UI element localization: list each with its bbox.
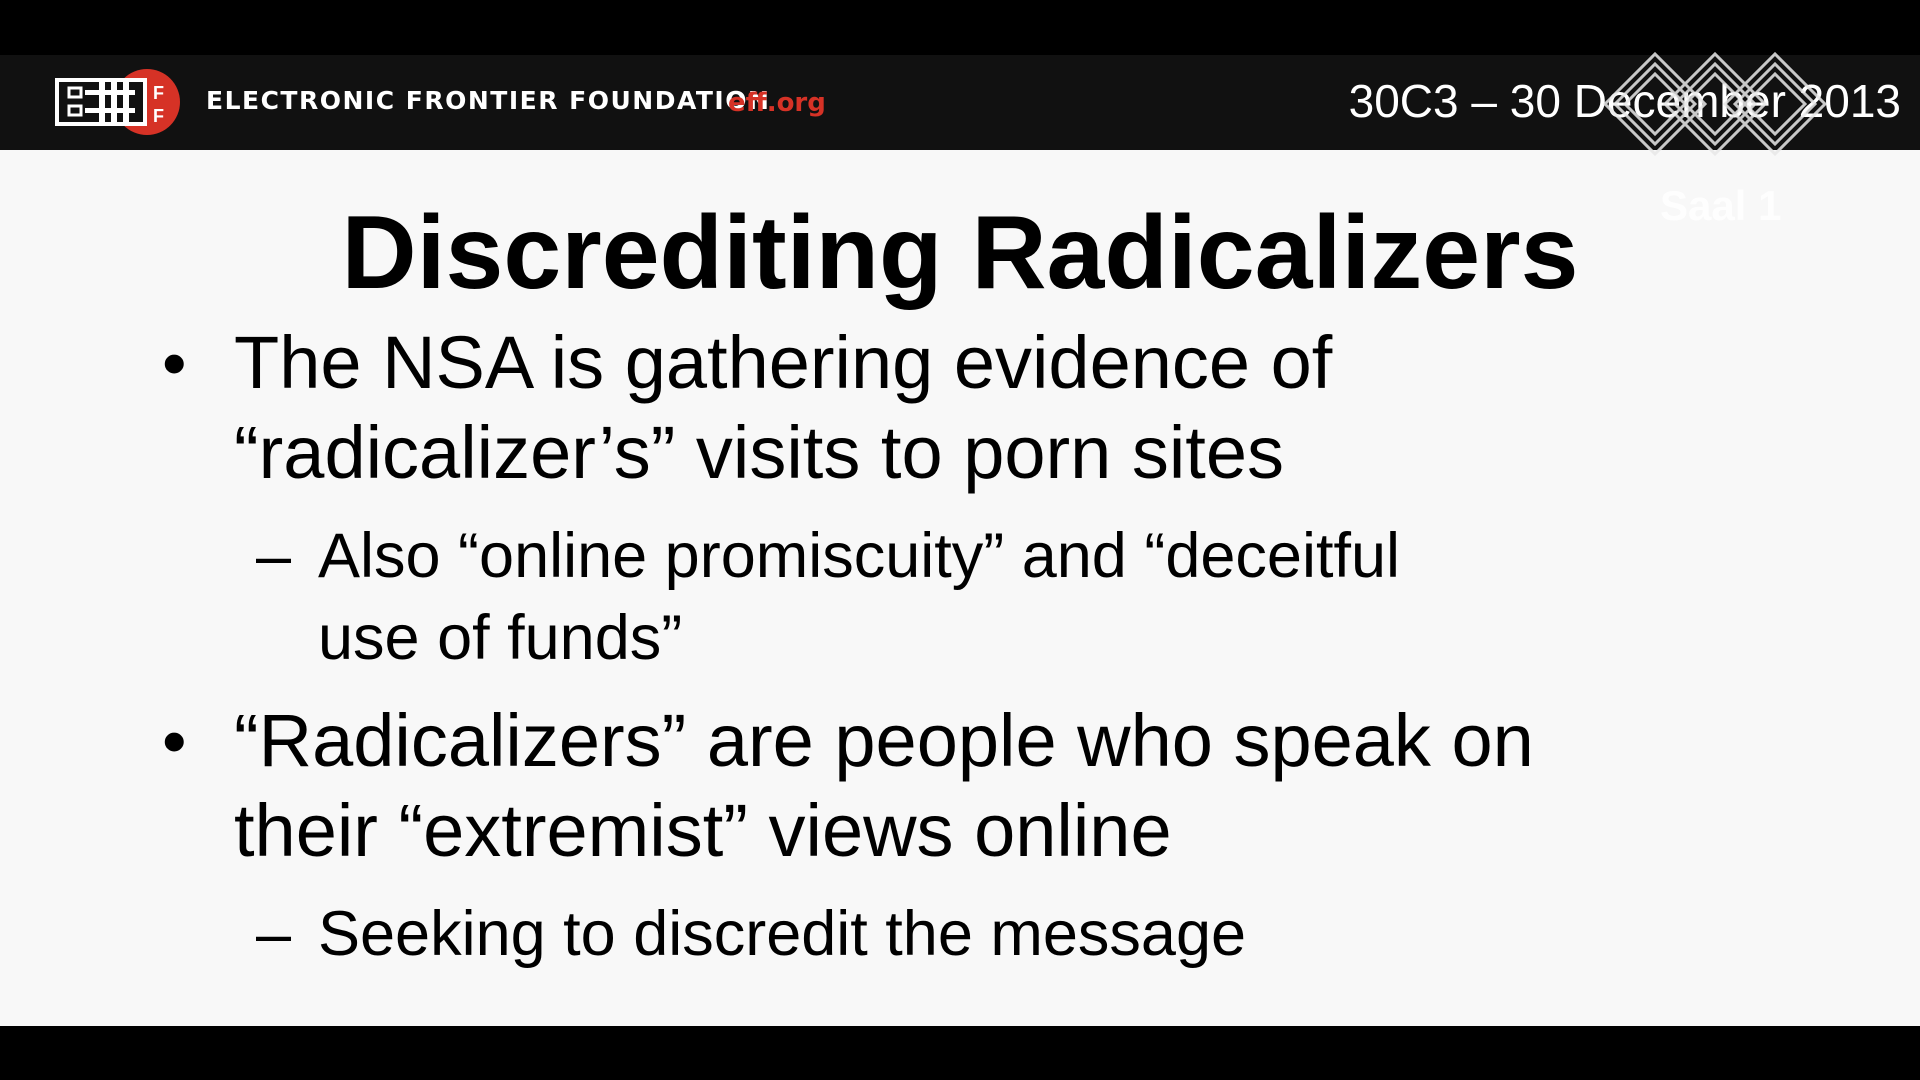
bullet-marker: •: [162, 702, 187, 780]
svg-text:F: F: [153, 83, 164, 103]
bullet-line: “Radicalizers” are people who speak on: [234, 699, 1534, 782]
eff-logo-icon: F F: [55, 69, 180, 135]
sub-bullet-marker: –: [256, 899, 292, 969]
sub-bullet-marker: –: [256, 521, 292, 591]
letterbox-top: [0, 0, 1920, 55]
bullet-line: “radicalizer’s” visits to porn sites: [234, 411, 1285, 494]
org-url-link[interactable]: eff.org: [728, 88, 826, 118]
sub-bullet-line: use of funds”: [318, 603, 683, 673]
sub-bullet-line: Seeking to discredit the message: [318, 899, 1247, 969]
slide-title: Discrediting Radicalizers: [341, 195, 1579, 311]
svg-text:F: F: [153, 106, 164, 126]
bullet-line: their “extremist” views online: [234, 789, 1172, 872]
ccc-diamond-watermark-icon: [1602, 52, 1828, 157]
bullet-marker: •: [162, 324, 187, 402]
video-frame: F F ELECTRONIC FRONTIER FOUNDATION eff.o…: [0, 0, 1920, 1080]
org-name: ELECTRONIC FRONTIER FOUNDATION: [206, 86, 771, 115]
sub-bullet-line: Also “online promiscuity” and “deceitful: [318, 521, 1400, 591]
letterbox-bottom: [0, 1026, 1920, 1080]
bullet-line: The NSA is gathering evidence of: [234, 321, 1333, 404]
room-watermark-text: Saal 1: [1660, 182, 1782, 229]
